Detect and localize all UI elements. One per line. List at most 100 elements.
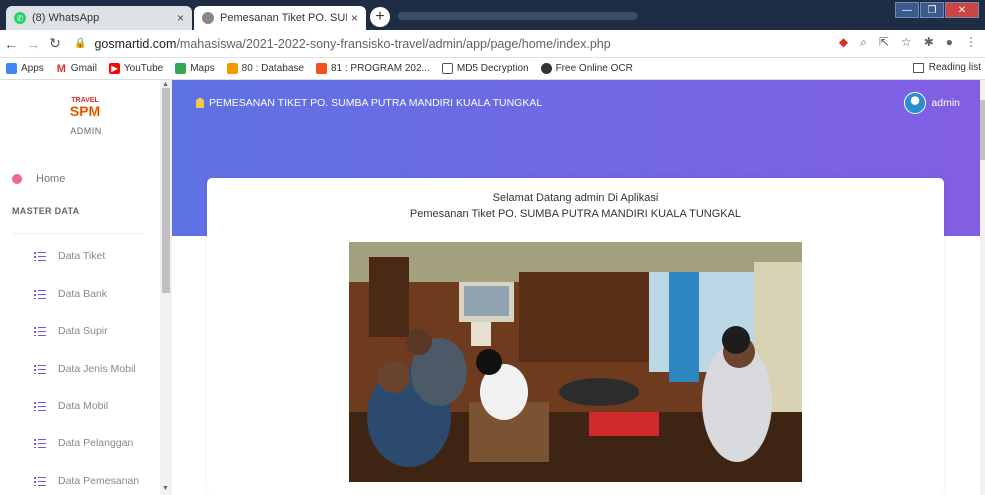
bookmark-database[interactable]: 80 : Database: [226, 63, 304, 74]
admin-label: ADMIN: [70, 126, 102, 136]
page-title: PEMESANAN TIKET PO. SUMBA PUTRA MANDIRI …: [196, 97, 542, 109]
url-path: /mahasiswa/2021-2022-sony-fransisko-trav…: [176, 36, 611, 51]
list-icon: [34, 476, 46, 486]
bookmark-label: MD5 Decryption: [456, 63, 529, 74]
welcome-text: Selamat Datang admin Di Aplikasi: [492, 192, 659, 204]
extensions-puzzle-icon[interactable]: ✱: [924, 35, 934, 50]
zoom-icon[interactable]: ⌕: [860, 35, 867, 50]
window-controls: — ❐ ✕: [894, 2, 979, 18]
tab-label: (8) WhatsApp: [32, 12, 100, 24]
list-icon: [34, 401, 46, 411]
sidebar-item-data-jenis-mobil[interactable]: Data Jenis Mobil: [34, 363, 136, 375]
address-bar-icons: ◆ ⌕ ⇱ ☆ ✱ ● ⋮: [839, 35, 977, 50]
url-field[interactable]: 🔒 gosmartid.com/mahasiswa/2021-2022-sony…: [74, 37, 611, 51]
sidebar-item-label: Home: [36, 173, 66, 185]
lock-icon: [441, 63, 453, 74]
list-icon: [34, 326, 46, 336]
menu-icon[interactable]: ⋮: [965, 35, 977, 50]
sidebar-item-data-supir[interactable]: Data Supir: [34, 325, 108, 337]
maximize-icon[interactable]: ❐: [920, 2, 944, 18]
tab-label: Pemesanan Tiket PO. SUMBA PU: [220, 12, 347, 24]
list-icon: [34, 438, 46, 448]
sidebar-item-label: Data Pelanggan: [58, 437, 134, 449]
address-bar: ← → ↻ 🔒 gosmartid.com/mahasiswa/2021-202…: [0, 30, 985, 58]
forward-icon[interactable]: →: [22, 36, 44, 52]
bookmark-maps[interactable]: Maps: [175, 63, 215, 74]
youtube-icon: ▶: [108, 63, 120, 74]
reading-list-icon: [912, 62, 924, 73]
scroll-down-icon[interactable]: ▼: [162, 485, 169, 492]
url-host: gosmartid.com: [94, 36, 177, 51]
back-icon[interactable]: ←: [0, 36, 22, 52]
apps-icon: [6, 63, 17, 74]
whatsapp-icon: ✆: [14, 12, 26, 24]
tab-close-button[interactable]: ×: [177, 11, 184, 25]
avatar: [904, 92, 927, 114]
scrollbar-thumb[interactable]: [980, 100, 985, 160]
welcome-subtitle: Pemesanan Tiket PO. SUMBA PUTRA MANDIRI …: [409, 208, 742, 220]
sidebar-item-data-mobil[interactable]: Data Mobil: [34, 400, 108, 412]
bookmark-label: Maps: [190, 63, 215, 74]
close-window-icon[interactable]: ✕: [945, 2, 979, 18]
bookmark-youtube[interactable]: ▶ YouTube: [108, 63, 164, 74]
sidebar-item-label: Data Jenis Mobil: [58, 363, 136, 375]
bookmark-ocr[interactable]: Free Online OCR: [540, 63, 633, 74]
user-menu[interactable]: admin: [904, 92, 960, 114]
page-title-text: PEMESANAN TIKET PO. SUMBA PUTRA MANDIRI …: [209, 97, 543, 109]
sidebar-item-data-bank[interactable]: Data Bank: [34, 288, 107, 300]
extension-icon[interactable]: ◆: [839, 35, 848, 50]
bookmark-gmail[interactable]: M Gmail: [55, 62, 97, 75]
sidebar: TRAVEL SPM ADMIN Home MASTER DATA Data T…: [0, 80, 172, 495]
welcome-card: Selamat Datang admin Di Aplikasi Pemesan…: [207, 178, 944, 495]
sidebar-item-label: Data Mobil: [58, 400, 109, 412]
sidebar-item-label: Data Bank: [58, 288, 108, 300]
lock-icon[interactable]: 🔒: [74, 38, 86, 49]
reload-icon[interactable]: ↻: [44, 35, 66, 52]
reading-list-label: Reading list: [928, 62, 981, 73]
user-icon: [196, 98, 204, 108]
blurred-region: [398, 12, 638, 20]
profile-icon[interactable]: ●: [946, 35, 953, 50]
sidebar-item-data-pelanggan[interactable]: Data Pelanggan: [34, 437, 133, 449]
sidebar-item-home[interactable]: Home: [12, 173, 65, 185]
logo: TRAVEL SPM: [65, 92, 105, 119]
gmail-icon: M: [55, 62, 67, 75]
tab-whatsapp[interactable]: ✆ (8) WhatsApp ×: [6, 6, 192, 30]
sidebar-item-label: Data Pemesanan: [58, 475, 140, 487]
section-heading: MASTER DATA: [12, 206, 80, 216]
maps-icon: [175, 63, 187, 74]
scroll-up-icon[interactable]: ▲: [162, 81, 169, 88]
bookmark-label: Gmail: [70, 63, 97, 74]
scrollbar-thumb[interactable]: [162, 88, 170, 293]
list-icon: [34, 364, 46, 374]
sidebar-item-label: Data Tiket: [58, 250, 106, 262]
bookmark-star-icon[interactable]: ☆: [901, 35, 912, 50]
tab-close-button[interactable]: ×: [351, 11, 358, 25]
tab-pemesanan[interactable]: Pemesanan Tiket PO. SUMBA PU ×: [194, 6, 366, 30]
share-icon[interactable]: ⇱: [879, 35, 889, 50]
sidebar-item-data-tiket[interactable]: Data Tiket: [34, 250, 105, 262]
bookmark-label: Free Online OCR: [555, 63, 633, 74]
new-tab-button[interactable]: +: [370, 7, 390, 27]
sidebar-item-data-pemesanan[interactable]: Data Pemesanan: [34, 475, 139, 487]
bookmark-program[interactable]: 81 : PROGRAM 202...: [315, 63, 430, 74]
list-icon: [34, 251, 46, 261]
sidebar-item-label: Data Supir: [58, 325, 108, 337]
user-name: admin: [931, 97, 960, 109]
site-favicon-icon: [202, 12, 214, 24]
bookmark-label: YouTube: [123, 63, 164, 74]
bookmark-md5[interactable]: MD5 Decryption: [441, 63, 529, 74]
welcome-photo: [349, 242, 802, 482]
home-icon: [12, 174, 22, 184]
svg-text:SPM: SPM: [70, 103, 100, 119]
ocr-icon: [540, 63, 552, 74]
bookmark-label: Apps: [21, 63, 44, 74]
reading-list-button[interactable]: Reading list: [912, 62, 981, 73]
bookmark-apps[interactable]: Apps: [6, 63, 44, 74]
minimize-icon[interactable]: —: [895, 2, 919, 18]
database-icon: [226, 63, 238, 74]
sidebar-scrollbar[interactable]: ▲ ▼: [160, 80, 172, 495]
page-scrollbar[interactable]: [980, 80, 985, 495]
list-icon: [34, 289, 46, 299]
bookmark-label: 81 : PROGRAM 202...: [330, 63, 430, 74]
